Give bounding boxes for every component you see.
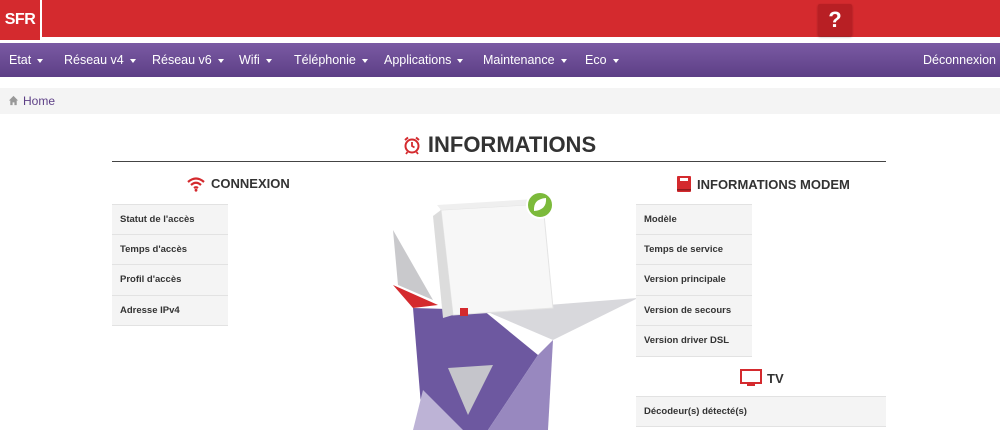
connexion-row-statut: Statut de l'accès [112, 204, 228, 235]
modem-row-modele: Modèle [636, 204, 752, 235]
nav-item-etat[interactable]: Etat [9, 43, 44, 77]
page-title: INFORMATIONS [427, 132, 597, 157]
tv-list: Décodeur(s) détecté(s) [636, 396, 886, 427]
caret-down-icon [217, 58, 224, 63]
tv-row-decodeurs: Décodeur(s) détecté(s) [636, 396, 886, 427]
alarm-clock-icon [404, 136, 420, 155]
nav-item-applications[interactable]: Applications [384, 43, 464, 77]
tv-icon [740, 369, 762, 386]
help-button[interactable]: ? [818, 4, 852, 36]
caret-down-icon [37, 58, 44, 63]
caret-down-icon [265, 58, 272, 63]
wifi-icon [187, 177, 205, 192]
modem-list: Modèle Temps de service Version principa… [636, 204, 752, 357]
modem-header: INFORMATIONS MODEM [676, 175, 850, 193]
connexion-list: Statut de l'accès Temps d'accès Profil d… [112, 204, 228, 326]
modem-book-icon [677, 176, 691, 192]
connexion-row-ipv4: Adresse IPv4 [112, 295, 228, 326]
informations-header: INFORMATIONS [112, 132, 886, 162]
home-icon [8, 95, 19, 106]
nav-item-maintenance[interactable]: Maintenance [483, 43, 567, 77]
caret-down-icon [560, 58, 567, 63]
modem-illustration [393, 191, 638, 430]
breadcrumb: Home [0, 88, 1000, 114]
modem-row-version-principale: Version principale [636, 265, 752, 296]
connexion-row-temps: Temps d'accès [112, 234, 228, 265]
main-nav: Etat Réseau v4 Réseau v6 Wifi Téléphonie… [0, 43, 1000, 77]
nav-item-eco[interactable]: Eco [585, 43, 619, 77]
sfr-logo[interactable]: SFR [0, 0, 42, 40]
connexion-row-profil: Profil d'accès [112, 265, 228, 296]
logout-link[interactable]: Déconnexion [923, 43, 996, 77]
caret-down-icon [129, 58, 136, 63]
modem-row-version-secours: Version de secours [636, 295, 752, 326]
breadcrumb-home[interactable]: Home [8, 94, 55, 108]
tv-header: TV [740, 369, 784, 387]
nav-item-reseau-v4[interactable]: Réseau v4 [64, 43, 136, 77]
nav-item-reseau-v6[interactable]: Réseau v6 [152, 43, 224, 77]
connexion-header: CONNEXION [186, 176, 290, 192]
caret-down-icon [361, 58, 368, 63]
modem-row-version-dsl: Version driver DSL [636, 326, 752, 357]
modem-row-temps-service: Temps de service [636, 234, 752, 265]
caret-down-icon [612, 58, 619, 63]
nav-item-telephonie[interactable]: Téléphonie [294, 43, 368, 77]
nav-item-wifi[interactable]: Wifi [239, 43, 272, 77]
caret-down-icon [457, 58, 464, 63]
top-bar: SFR ? [0, 0, 1000, 40]
